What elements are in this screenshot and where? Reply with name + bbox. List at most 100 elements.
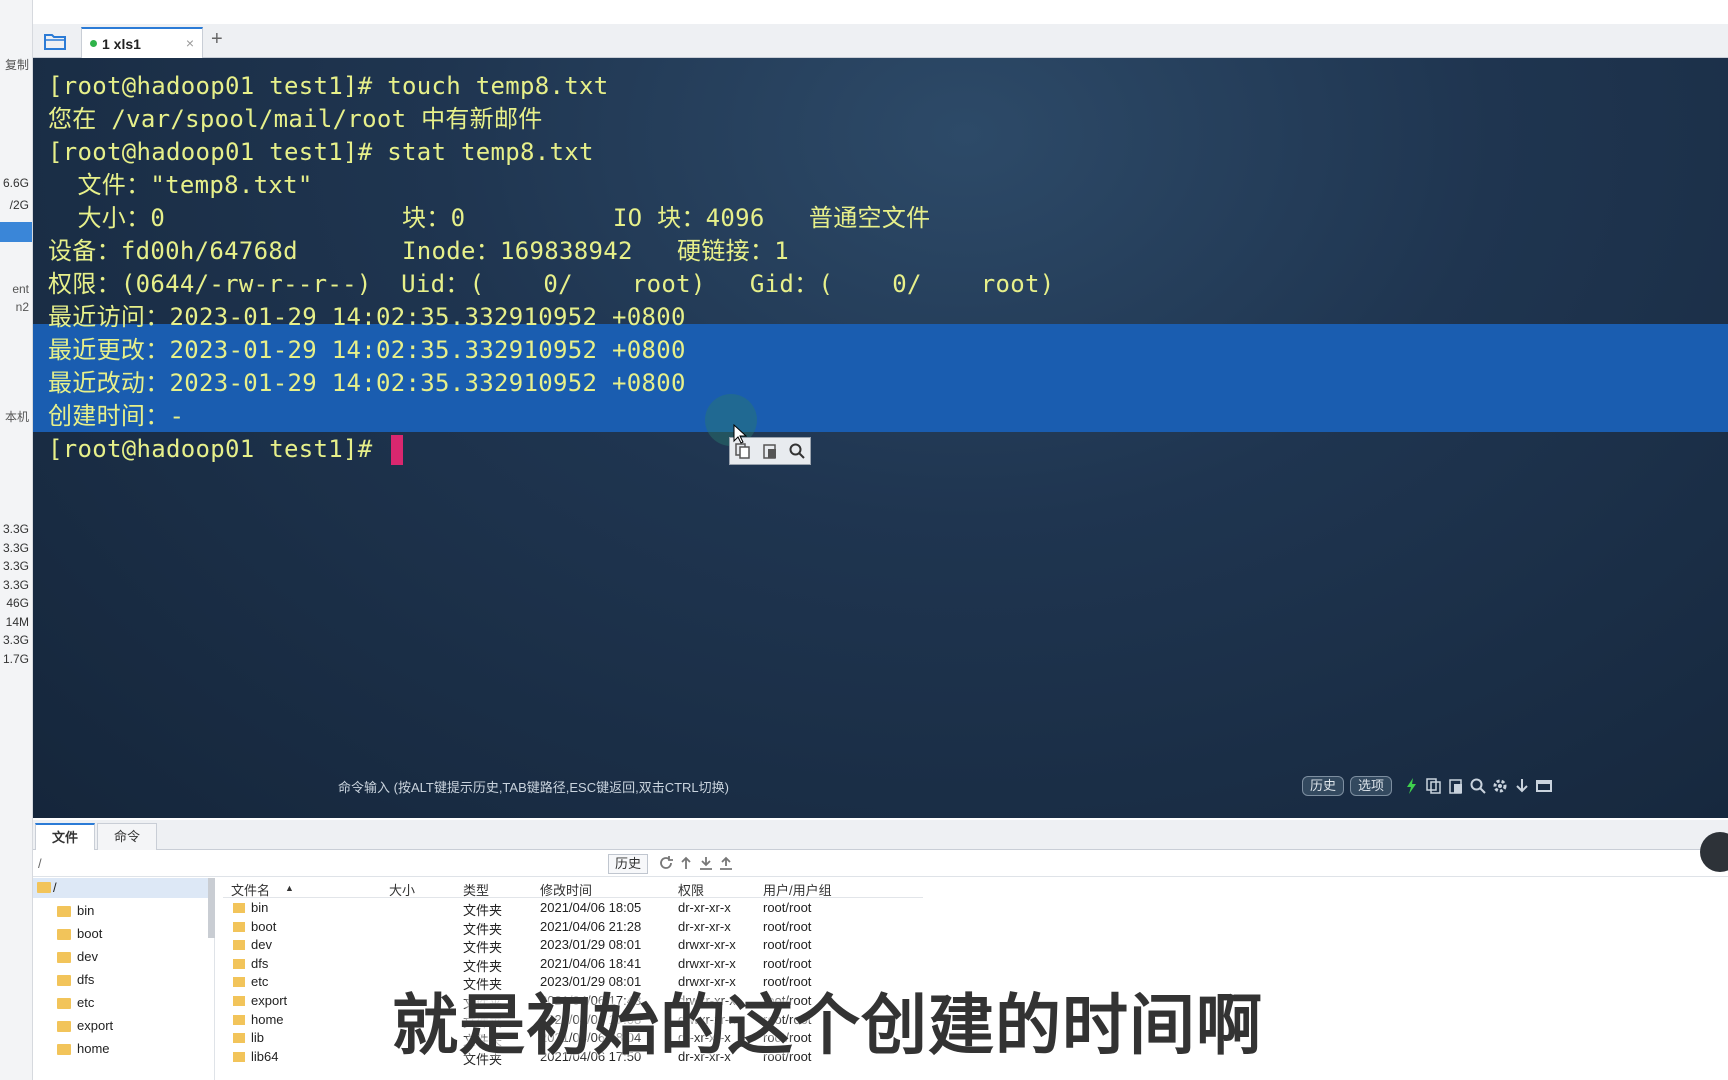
file-mtime: 2021/04/06 18:05 [540,900,642,915]
open-folder-icon[interactable] [43,29,67,53]
history-button[interactable]: 历史 [1302,776,1345,796]
window-icon[interactable] [1535,777,1553,795]
file-row[interactable]: bin 文件夹 2021/04/06 18:05 dr-xr-xr-x root/roo… [223,900,923,918]
column-header-perm[interactable]: 权限 [678,880,704,899]
terminal-line: [root@hadoop01 test1]# touch temp8.txt [48,72,609,100]
side-panel: 复制 6.6G /2G ent n2 本机 3.3G 3.3G 3.3G 3.3… [0,0,33,1080]
gear-icon[interactable] [1491,777,1509,795]
file-owner: root/root [763,955,812,971]
file-name: home [251,1011,284,1027]
tab-bar: 1 xls1 × + [33,24,1728,58]
side-label-local[interactable]: 本机 [0,408,32,425]
terminal-prompt: [root@hadoop01 test1]# [48,435,388,463]
file-permissions: dr-xr-xr-x [678,918,731,934]
arrow-down-icon[interactable] [1513,777,1531,795]
terminal-line: 文件："temp8.txt" [48,171,313,199]
file-mtime: 2023/01/29 08:01 [540,937,642,953]
search-icon[interactable] [788,442,806,460]
column-header-name[interactable]: 文件名 [231,880,270,899]
terminal-prompt-line: [root@hadoop01 test1]# [48,431,404,467]
side-disk-size: 3.3G [2,522,29,536]
column-header-mtime[interactable]: 修改时间 [540,880,592,899]
file-owner: root/root [763,900,812,915]
terminal[interactable]: [root@hadoop01 test1]# touch temp8.txt 您… [33,58,1728,818]
terminal-line: 大小：0 块：0 IO 块：4096 普通空文件 [48,204,931,232]
mouse-pointer-icon [733,424,747,444]
path-bar[interactable]: / 历史 [33,851,1728,877]
file-owner: root/root [763,918,812,934]
tree-item[interactable]: home [77,1038,110,1060]
file-permissions: drwxr-xr-x [678,955,736,971]
side-disk-size: 3.3G [2,541,29,555]
file-name: bin [251,900,269,915]
tab-session[interactable]: 1 xls1 × [81,27,203,58]
file-owner: root/root [763,937,812,953]
file-row[interactable]: dev 文件夹 2023/01/29 08:01 drwxr-xr-x root/roo… [223,937,923,955]
tree-item[interactable]: etc [77,992,94,1014]
file-row[interactable]: boot 文件夹 2021/04/06 21:28 dr-xr-xr-x root/ro… [223,918,923,937]
tree-item[interactable]: export [77,1015,113,1037]
current-path[interactable]: / [38,856,42,871]
file-list-header: 文件名 ▲ 大小 类型 修改时间 权限 用户/用户组 [223,878,923,898]
add-tab-icon[interactable]: + [211,28,223,51]
file-type: 文件夹 [463,903,503,918]
file-name: boot [251,918,277,934]
bottom-tabs: 文件 命令 [33,820,1728,850]
command-hint: 命令输入 (按ALT键提示历史,TAB键路径,ESC键返回,双击CTRL切换) [338,780,729,795]
connection-status-dot [90,40,97,47]
folder-icon [233,940,245,951]
folder-icon [57,952,71,963]
side-label: n2 [15,300,29,314]
refresh-icon[interactable] [658,855,674,871]
column-header-size[interactable]: 大小 [389,880,415,899]
search-icon[interactable] [1469,777,1487,795]
download-icon[interactable] [698,855,714,871]
file-row[interactable]: dfs 文件夹 2021/04/06 18:41 drwxr-xr-x root/roo… [223,955,923,974]
column-header-type[interactable]: 类型 [463,880,489,899]
terminal-line: [root@hadoop01 test1]# stat temp8.txt [48,138,594,166]
up-directory-icon[interactable] [678,855,694,871]
folder-icon [233,996,245,1006]
column-header-owner[interactable]: 用户/用户组 [763,880,832,899]
terminal-cursor [391,435,404,465]
file-mtime: 2021/04/06 21:28 [540,918,642,934]
tree-root[interactable]: / [33,878,215,898]
history-button[interactable]: 历史 [608,854,648,874]
tab-files[interactable]: 文件 [35,823,95,850]
copy-icon[interactable] [1425,777,1443,795]
side-selected-row[interactable] [0,222,32,242]
paste-icon[interactable] [1447,777,1465,795]
folder-icon [57,1021,71,1032]
file-mtime: 2021/04/06 18:41 [540,955,642,971]
paste-icon[interactable] [761,442,779,460]
scrollbar[interactable] [208,878,215,938]
file-permissions: dr-xr-xr-x [678,900,731,915]
folder-icon [233,1051,245,1062]
command-input-bar[interactable]: 命令输入 (按ALT键提示历史,TAB键路径,ESC键返回,双击CTRL切换) … [33,771,1728,801]
side-disk-size: 3.3G [2,559,29,573]
folder-icon [57,998,71,1009]
folder-icon [57,975,71,986]
side-disk-size: 1.7G [2,652,29,666]
close-icon[interactable]: × [186,35,194,51]
tree-item[interactable]: dfs [77,969,94,991]
file-name: lib [251,1030,265,1046]
folder-icon [233,903,245,913]
folder-icon [233,1014,245,1025]
folder-icon [37,882,51,893]
lightning-icon[interactable] [1403,777,1421,795]
side-label-copy[interactable]: 复制 [0,56,32,73]
file-name: dfs [251,955,269,971]
tree-item[interactable]: boot [77,923,102,945]
side-disk-size: 3.3G [2,578,29,592]
folder-icon [57,1044,71,1055]
tab-commands[interactable]: 命令 [97,823,157,850]
upload-icon[interactable] [718,855,734,871]
tree-item[interactable]: bin [77,900,94,922]
folder-icon [233,1033,245,1044]
side-label: ent [12,282,29,296]
options-button[interactable]: 选项 [1350,776,1393,796]
tree-item[interactable]: dev [77,946,98,968]
file-permissions: drwxr-xr-x [678,937,736,953]
copy-icon[interactable] [734,442,752,460]
